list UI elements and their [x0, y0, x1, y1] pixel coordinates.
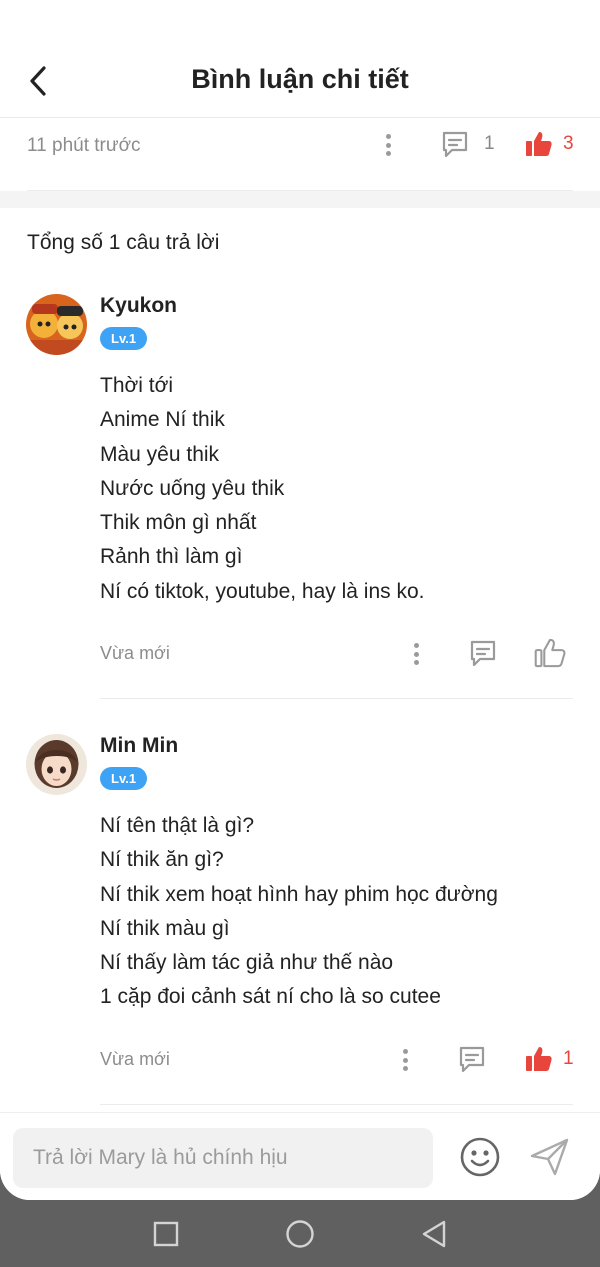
header: Bình luận chi tiết — [0, 0, 600, 118]
recents-button[interactable] — [149, 1217, 183, 1251]
level-badge: Lv.1 — [100, 327, 148, 350]
section-separator — [0, 191, 600, 208]
post-more-button[interactable] — [380, 131, 396, 159]
reply-more-button[interactable] — [408, 640, 424, 668]
replies-total: Tổng số 1 câu trả lời — [27, 231, 220, 254]
home-button[interactable] — [283, 1217, 317, 1251]
triangle-back-icon — [422, 1220, 446, 1248]
emoji-button[interactable] — [459, 1136, 501, 1178]
more-vertical-icon — [413, 643, 419, 648]
reply-input[interactable] — [13, 1128, 433, 1188]
username[interactable]: Kyukon — [100, 294, 177, 318]
reply-text: Ní tên thật là gì? Ní thik ăn gì? Ní thi… — [100, 811, 498, 1017]
thumbs-up-icon — [534, 638, 566, 668]
reply-line: Ní thik ăn gì? — [100, 848, 224, 872]
circle-icon — [286, 1220, 314, 1248]
system-nav-bar — [0, 1200, 600, 1267]
more-vertical-icon — [402, 1049, 408, 1054]
reply-line: Rảnh thì làm gì — [100, 545, 243, 569]
reply-like-button[interactable] — [534, 637, 566, 669]
reply-more-button[interactable] — [397, 1046, 413, 1074]
comment-icon — [459, 1046, 485, 1073]
reply-line: Nước uống yêu thik — [100, 476, 285, 500]
square-icon — [153, 1221, 179, 1247]
more-vertical-icon — [385, 134, 391, 139]
avatar[interactable] — [26, 294, 87, 355]
send-icon — [530, 1138, 569, 1176]
level-badge: Lv.1 — [100, 767, 148, 790]
send-button[interactable] — [529, 1136, 571, 1178]
reply-line: Ní thik xem hoạt hình hay phim học đường — [100, 882, 498, 906]
reply-line: 1 cặp đoi cảnh sát ní cho là so cutee — [100, 985, 441, 1009]
reply-comment-button[interactable] — [468, 638, 498, 668]
app-screen: Bình luận chi tiết 11 phút trước 1 3 Tổn… — [0, 0, 600, 1200]
post-comment-count: 1 — [484, 133, 495, 154]
post-meta-row: 11 phút trước 1 3 — [0, 118, 600, 191]
post-time: 11 phút trước — [27, 135, 141, 156]
reply-line: Ní thik màu gì — [100, 916, 230, 940]
reply-text: Thời tới Anime Ní thik Màu yêu thik Nước… — [100, 371, 425, 611]
emoji-icon — [460, 1137, 500, 1177]
reply-comment-button[interactable] — [457, 1044, 487, 1074]
reply-line: Thời tới — [100, 374, 174, 397]
avatar[interactable] — [26, 734, 87, 795]
reply-line: Thik môn gì nhất — [100, 511, 257, 535]
post-like-count: 3 — [563, 133, 574, 154]
reply-line: Anime Ní thik — [100, 408, 225, 432]
reply-time: Vừa mới — [100, 1049, 170, 1069]
post-like-button[interactable]: 3 — [525, 130, 574, 158]
page-title: Bình luận chi tiết — [191, 64, 409, 94]
reply-line: Ní có tiktok, youtube, hay là ins ko. — [100, 579, 425, 603]
reply-line: Ní tên thật là gì? — [100, 814, 255, 837]
reply-like-button[interactable]: 1 — [525, 1045, 574, 1073]
reply-like-count: 1 — [563, 1048, 574, 1069]
reply-line: Màu yêu thik — [100, 442, 220, 466]
reply-time: Vừa mới — [100, 643, 170, 663]
back-nav-button[interactable] — [417, 1217, 451, 1251]
divider — [100, 1104, 573, 1105]
comment-icon — [470, 640, 496, 667]
thumbs-up-icon — [526, 132, 552, 156]
comment-icon — [442, 131, 468, 158]
divider — [100, 698, 573, 699]
reply-line: Ní thấy làm tác giả như thế nào — [100, 951, 394, 975]
post-comment-button[interactable]: 1 — [440, 129, 495, 159]
reply-input-bar — [0, 1112, 600, 1200]
thumbs-up-icon — [526, 1047, 552, 1071]
username[interactable]: Min Min — [100, 734, 178, 758]
